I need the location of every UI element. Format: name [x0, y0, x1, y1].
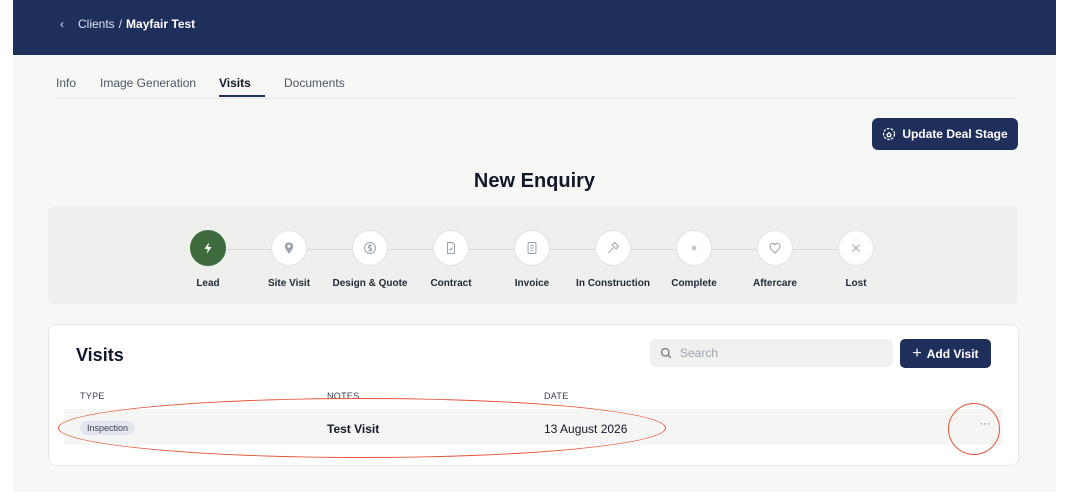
update-deal-stage-label: Update Deal Stage — [902, 127, 1008, 141]
plus-icon: + — [912, 344, 922, 362]
add-visit-label: Add Visit — [926, 346, 979, 361]
add-visit-button[interactable]: + Add Visit — [900, 339, 991, 368]
notes-cell: Test Visit — [327, 422, 380, 436]
dollar-icon — [352, 230, 388, 266]
more-options-icon[interactable]: ··· — [975, 418, 995, 436]
deal-pipeline: Lead Site Visit Design & Quote Contract — [48, 206, 1018, 304]
tab-info[interactable]: Info — [56, 76, 76, 90]
stage-lost[interactable]: Lost — [806, 230, 906, 289]
search-icon — [660, 347, 672, 359]
location-pin-icon — [271, 230, 307, 266]
table-row[interactable]: Inspection Test Visit 13 August 2026 ··· — [64, 409, 1002, 445]
dot-icon — [676, 230, 712, 266]
visits-title: Visits — [76, 345, 124, 365]
date-cell: 13 August 2026 — [544, 422, 628, 436]
update-deal-stage-button[interactable]: Update Deal Stage — [872, 118, 1018, 150]
document-check-icon — [433, 230, 469, 266]
search-box[interactable] — [650, 339, 893, 367]
app-window: ‹ Clients / Mayfair Test Info Image Gene… — [13, 0, 1056, 492]
search-input[interactable] — [678, 345, 882, 361]
breadcrumb-current: Mayfair Test — [126, 17, 196, 31]
deal-stage-icon — [883, 127, 896, 141]
top-header: ‹ Clients / Mayfair Test — [13, 0, 1056, 55]
type-badge: Inspection — [80, 421, 136, 435]
breadcrumb: ‹ Clients / Mayfair Test — [60, 17, 195, 31]
hammer-icon — [595, 230, 631, 266]
invoice-icon — [514, 230, 550, 266]
column-header-notes: NOTES — [327, 391, 360, 401]
visits-card: Visits + Add Visit TYPE NOTES DATE Inspe… — [48, 324, 1019, 466]
chevron-left-icon[interactable]: ‹ — [60, 17, 64, 31]
lightning-icon — [190, 230, 226, 266]
tab-visits[interactable]: Visits — [219, 76, 251, 90]
tab-bar: Info Image Generation Visits Documents — [56, 73, 1016, 99]
breadcrumb-separator: / — [118, 17, 123, 31]
heart-icon — [757, 230, 793, 266]
breadcrumb-parent[interactable]: Clients — [78, 17, 115, 31]
stage-label: Lost — [845, 278, 867, 289]
stage-title: New Enquiry — [473, 170, 596, 192]
close-icon — [838, 230, 874, 266]
active-tab-indicator — [219, 95, 265, 97]
tab-image-generation[interactable]: Image Generation — [100, 76, 196, 90]
column-header-date: DATE — [544, 391, 569, 401]
tab-documents[interactable]: Documents — [284, 76, 345, 90]
column-header-type: TYPE — [80, 391, 105, 401]
